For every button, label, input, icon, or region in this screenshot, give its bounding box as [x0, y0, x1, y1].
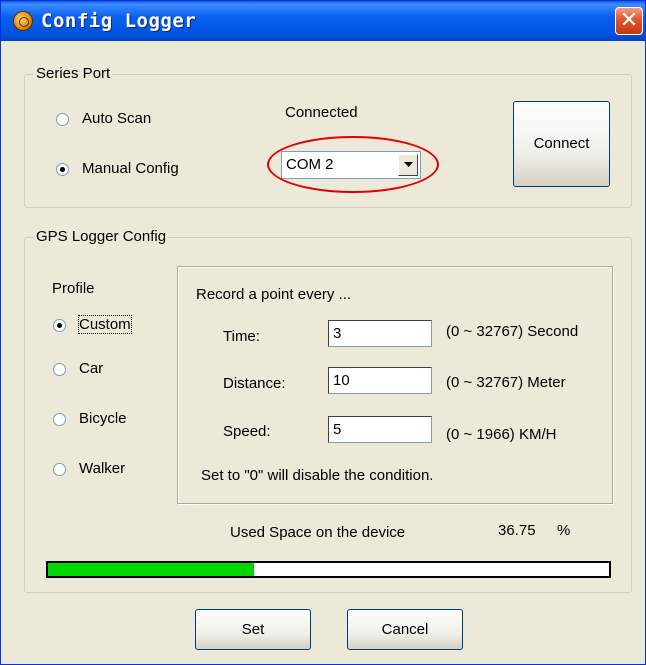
time-label: Time:	[223, 328, 260, 345]
manual-config-radio[interactable]	[56, 163, 69, 176]
progress-fill	[48, 563, 255, 576]
connect-label: Connect	[533, 135, 590, 152]
profile-custom-radio[interactable]	[53, 319, 66, 332]
profile-label: Profile	[52, 280, 95, 297]
used-space-value: 36.75	[498, 522, 536, 539]
cancel-button[interactable]: Cancel	[347, 609, 463, 650]
profile-walker-radio[interactable]	[53, 463, 66, 476]
record-heading: Record a point every ...	[196, 286, 352, 303]
series-port-legend: Series Port	[34, 65, 113, 82]
config-logger-window: Config Logger ✕ Series Port Auto Scan Ma…	[0, 0, 646, 665]
speed-label: Speed:	[223, 423, 271, 440]
disable-note: Set to "0" will disable the condition.	[201, 467, 434, 484]
auto-scan-label[interactable]: Auto Scan	[82, 110, 151, 127]
close-icon: ✕	[619, 8, 639, 33]
distance-range: (0 ~ 32767) Meter	[446, 374, 566, 391]
profile-bicycle-radio[interactable]	[53, 413, 66, 426]
used-space-unit: %	[557, 522, 571, 539]
close-button[interactable]: ✕	[615, 7, 643, 35]
speed-range: (0 ~ 1966) KM/H	[446, 426, 557, 443]
set-label: Set	[241, 621, 265, 638]
window-title: Config Logger	[41, 10, 197, 32]
connection-status: Connected	[285, 104, 358, 121]
profile-custom-label[interactable]: Custom	[78, 315, 132, 334]
highlight-ellipse	[267, 136, 439, 193]
title-bar[interactable]: Config Logger ✕	[1, 1, 645, 41]
time-input[interactable]: 3	[328, 320, 432, 347]
distance-input[interactable]: 10	[328, 367, 432, 394]
used-space-progress-bar	[46, 561, 611, 578]
used-space-label: Used Space on the device	[230, 524, 406, 541]
time-range: (0 ~ 32767) Second	[446, 323, 579, 340]
connect-button[interactable]: Connect	[513, 101, 610, 187]
cancel-label: Cancel	[381, 621, 429, 638]
speed-input[interactable]: 5	[328, 416, 432, 443]
set-button[interactable]: Set	[195, 609, 311, 650]
gps-config-legend: GPS Logger Config	[34, 228, 169, 245]
auto-scan-radio[interactable]	[56, 113, 69, 126]
profile-bicycle-label[interactable]: Bicycle	[79, 410, 127, 427]
profile-walker-label[interactable]: Walker	[79, 460, 125, 477]
app-logo-icon	[13, 11, 33, 31]
distance-label: Distance:	[223, 375, 286, 392]
manual-config-label[interactable]: Manual Config	[82, 160, 179, 177]
profile-car-label[interactable]: Car	[79, 360, 103, 377]
profile-car-radio[interactable]	[53, 363, 66, 376]
